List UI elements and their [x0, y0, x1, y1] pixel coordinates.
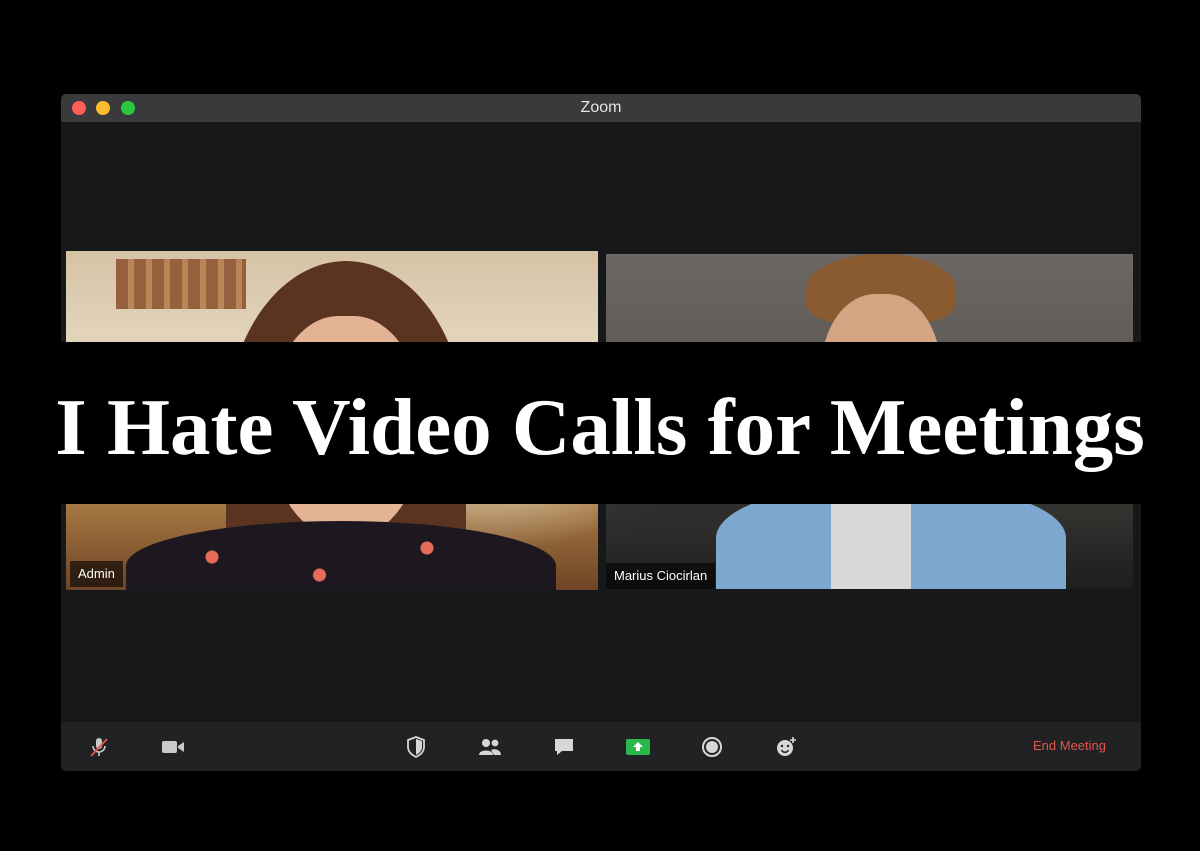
participant-name-label: Admin [70, 561, 123, 587]
security-button[interactable] [402, 734, 430, 760]
mute-button[interactable] [85, 734, 113, 760]
background-shelf [116, 259, 246, 309]
video-button[interactable] [159, 734, 187, 760]
record-button[interactable] [698, 734, 726, 760]
video-camera-icon [162, 741, 184, 753]
security-shield-icon [407, 736, 425, 759]
meeting-toolbar: End Meeting [61, 722, 1141, 771]
title-bar: Zoom [61, 94, 1141, 122]
window-title: Zoom [580, 99, 622, 116]
end-meeting-button[interactable]: End Meeting [1029, 735, 1110, 757]
microphone-muted-icon [90, 738, 108, 757]
record-icon [702, 737, 722, 757]
participant-shirt [126, 521, 556, 590]
share-screen-icon [626, 739, 650, 755]
chat-icon [555, 739, 573, 755]
participants-button[interactable] [476, 734, 504, 760]
reactions-icon [777, 737, 796, 756]
share-screen-button[interactable] [624, 734, 652, 760]
headline-text: I Hate Video Calls for Meetings [55, 382, 1145, 472]
participant-name-label: Marius Ciocirlan [606, 563, 716, 589]
participant-tshirt [831, 494, 911, 589]
participants-icon [479, 739, 501, 755]
chat-button[interactable] [550, 734, 578, 760]
headline-banner: I Hate Video Calls for Meetings [0, 342, 1200, 504]
reactions-button[interactable] [772, 734, 800, 760]
